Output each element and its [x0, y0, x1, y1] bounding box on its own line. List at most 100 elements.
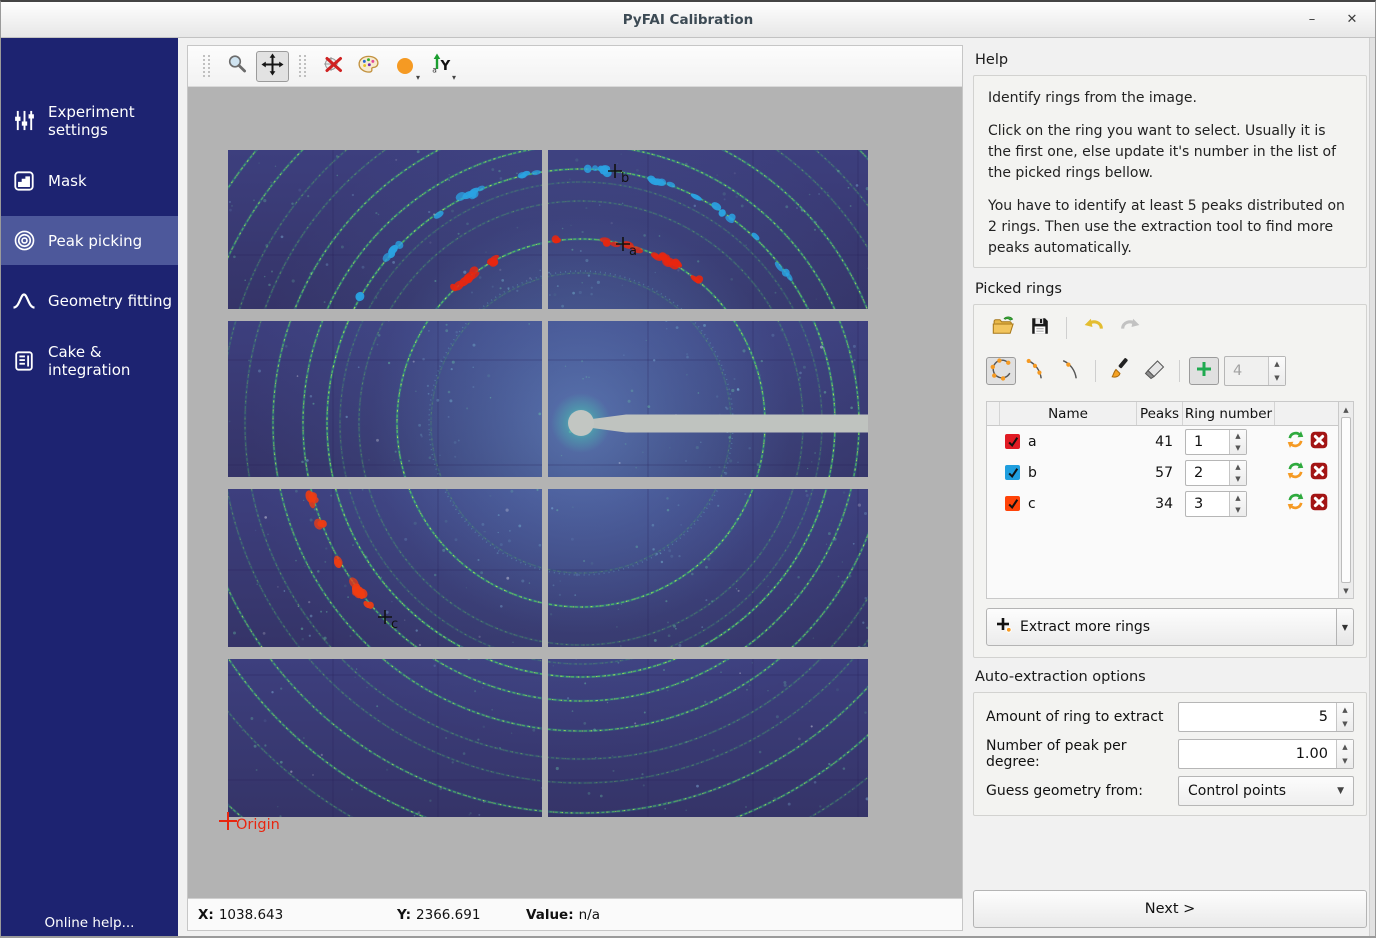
panel-scrollbar[interactable]: [1369, 38, 1376, 938]
spin-up-icon[interactable]: ▲: [1230, 430, 1246, 442]
spin-down-icon[interactable]: ▼: [1337, 754, 1353, 768]
spin-down-icon[interactable]: ▼: [1230, 504, 1246, 516]
zoom-tool-button[interactable]: [220, 51, 253, 82]
svg-text:b: b: [621, 171, 629, 186]
chevron-down-icon: ▾: [452, 73, 456, 82]
table-row[interactable]: b 57 2 ▲▼: [987, 457, 1338, 488]
redo-button[interactable]: [1115, 314, 1145, 342]
delete-ring-button[interactable]: [1310, 493, 1328, 515]
undo-button[interactable]: [1078, 314, 1108, 342]
extract-more-rings-button[interactable]: Extract more rings: [986, 608, 1337, 646]
toolbar-separator: [1179, 360, 1180, 382]
close-button[interactable]: ✕: [1343, 12, 1361, 27]
table-header-actions: [1275, 402, 1338, 425]
crosshair-remove-icon: [321, 52, 345, 80]
concentric-rings-icon: [12, 229, 36, 253]
help-paragraph: You have to identify at least 5 peaks di…: [988, 196, 1352, 259]
pan-tool-button[interactable]: [256, 51, 289, 82]
svg-text:Y: Y: [439, 58, 450, 74]
toolbar-drag-handle[interactable]: [203, 55, 210, 77]
ring-visibility-checkbox[interactable]: [1005, 434, 1020, 449]
status-y-coordinate: Y:2366.691: [397, 907, 526, 923]
sidebar-item-label: Cake & integration: [48, 343, 178, 379]
table-row[interactable]: a 41 1 ▲▼: [987, 426, 1338, 457]
ring-number-spinbox[interactable]: 2 ▲▼: [1185, 460, 1247, 486]
delete-ring-button[interactable]: [1310, 431, 1328, 453]
refresh-ring-button[interactable]: [1286, 492, 1305, 515]
plot-panel: ▾ aY ▾ abcOrigin X:1038.643 Y:2366.691 V…: [187, 45, 963, 931]
sidebar-item-experiment-settings[interactable]: Experiment settings: [1, 96, 178, 145]
y-axis-orientation-button[interactable]: aY ▾: [424, 51, 457, 82]
sidebar-item-geometry-fitting[interactable]: Geometry fitting: [1, 276, 178, 325]
remove-marker-button[interactable]: [316, 51, 349, 82]
open-button[interactable]: [988, 314, 1018, 342]
table-header-name[interactable]: Name: [1000, 402, 1137, 425]
extract-more-rings-label: Extract more rings: [1020, 619, 1150, 635]
ring-number-spinbox[interactable]: 1 ▲▼: [1185, 429, 1247, 455]
spin-up-icon[interactable]: ▲: [1230, 461, 1246, 473]
table-header-peaks[interactable]: Peaks: [1137, 402, 1183, 425]
auto-extraction-section-title: Auto-extraction options: [975, 669, 1367, 685]
option-label: Guess geometry from:: [986, 783, 1178, 799]
spin-down-icon[interactable]: ▼: [1337, 717, 1353, 731]
app-window: PyFAI Calibration – ✕ Experiment setting…: [0, 0, 1376, 938]
minimize-button[interactable]: –: [1303, 12, 1321, 27]
colormap-palette-icon: [356, 52, 381, 81]
scroll-up-icon[interactable]: ▲: [1339, 402, 1353, 417]
redo-icon: [1118, 314, 1143, 343]
option-label: Amount of ring to extract: [986, 709, 1178, 725]
sidebar-item-mask[interactable]: Mask: [1, 156, 178, 205]
status-x-coordinate: X:1038.643: [198, 907, 397, 923]
scrollbar-thumb[interactable]: [1341, 417, 1351, 583]
sliders-icon: [12, 109, 36, 133]
refresh-ring-button[interactable]: [1286, 461, 1305, 484]
sidebar-item-cake-integration[interactable]: Cake & integration: [1, 336, 178, 385]
toolbar-drag-handle[interactable]: [299, 55, 306, 77]
toolbar-separator: [1095, 360, 1096, 382]
delete-ring-button[interactable]: [1310, 462, 1328, 484]
spin-down-icon[interactable]: ▼: [1230, 442, 1246, 454]
save-icon: [1029, 315, 1051, 341]
status-pixel-value: Value:n/a: [526, 907, 600, 923]
spin-down-icon[interactable]: ▼: [1230, 473, 1246, 485]
ring-visibility-checkbox[interactable]: [1005, 496, 1020, 511]
spin-arrows[interactable]: ▲▼: [1268, 357, 1285, 385]
undo-icon: [1081, 314, 1106, 343]
sidebar-item-peak-picking[interactable]: Peak picking: [1, 216, 178, 265]
refresh-ring-button[interactable]: [1286, 430, 1305, 453]
diffraction-image[interactable]: abcOrigin: [188, 87, 956, 893]
scroll-down-icon[interactable]: ▼: [1339, 583, 1353, 598]
brush-tool-button[interactable]: [1105, 357, 1135, 385]
spin-up-icon[interactable]: ▲: [1230, 492, 1246, 504]
eraser-icon: [1143, 357, 1167, 385]
arc-tool-button[interactable]: [1021, 357, 1051, 385]
colormap-button[interactable]: [352, 51, 385, 82]
ring-visibility-checkbox[interactable]: [1005, 465, 1020, 480]
eraser-tool-button[interactable]: [1140, 357, 1170, 385]
add-ring-button[interactable]: [1189, 357, 1219, 385]
extract-options-dropdown[interactable]: ▼: [1337, 608, 1354, 646]
spin-down-icon[interactable]: ▼: [1269, 371, 1285, 385]
spin-up-icon[interactable]: ▲: [1269, 357, 1285, 371]
ring-amount-spinbox[interactable]: 5 ▲▼: [1178, 702, 1354, 732]
peak-per-degree-spinbox[interactable]: 1.00 ▲▼: [1178, 739, 1354, 769]
spin-up-icon[interactable]: ▲: [1337, 740, 1353, 754]
marker-color-icon: [397, 58, 413, 74]
next-button[interactable]: Next >: [973, 890, 1367, 928]
diffraction-image-canvas[interactable]: abcOrigin: [188, 87, 962, 898]
table-scrollbar[interactable]: ▲ ▼: [1338, 402, 1353, 598]
chevron-down-icon: ▼: [1337, 786, 1344, 796]
online-help-link[interactable]: Online help...: [1, 915, 178, 931]
new-ring-number-spinbox[interactable]: 4 ▲▼: [1224, 356, 1286, 386]
table-header-ring-number[interactable]: Ring number: [1183, 402, 1275, 425]
table-row[interactable]: c 34 3 ▲▼: [987, 488, 1338, 519]
ring-number-spinbox[interactable]: 3 ▲▼: [1185, 491, 1247, 517]
option-row: Number of peak per degree: 1.00 ▲▼: [986, 739, 1354, 769]
marker-color-button[interactable]: ▾: [388, 51, 421, 82]
save-button[interactable]: [1025, 314, 1055, 342]
ring-tool-button[interactable]: [986, 357, 1016, 385]
guess-geometry-combobox[interactable]: Control points ▼: [1178, 776, 1354, 806]
spin-up-icon[interactable]: ▲: [1337, 703, 1353, 717]
peak-tool-button[interactable]: [1056, 357, 1086, 385]
mask-icon: [12, 169, 36, 193]
